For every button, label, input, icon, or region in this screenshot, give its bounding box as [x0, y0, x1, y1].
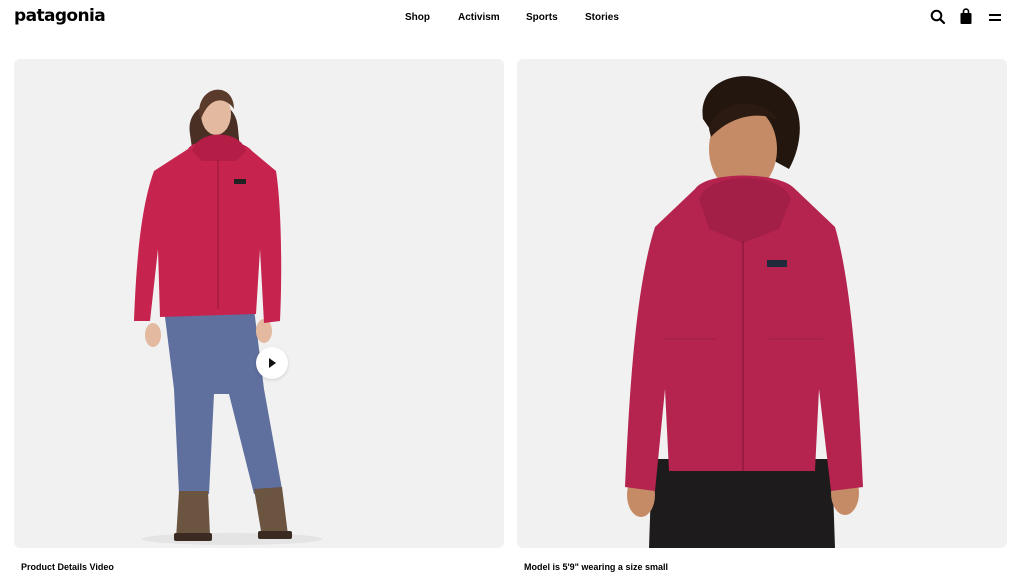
- right-image-caption: Model is 5'9" wearing a size small: [524, 562, 668, 572]
- model-upper-body-image: [625, 76, 863, 548]
- menu-icon[interactable]: [986, 8, 1004, 26]
- nav-sports[interactable]: Sports: [526, 11, 558, 25]
- play-video-button[interactable]: [256, 347, 288, 379]
- product-video-card[interactable]: [14, 59, 504, 548]
- main-nav: Shop Activism Sports Stories: [0, 11, 1024, 25]
- product-photo-card[interactable]: [517, 59, 1007, 548]
- bag-icon[interactable]: [957, 8, 975, 26]
- nav-shop[interactable]: Shop: [405, 11, 430, 25]
- search-icon[interactable]: [929, 8, 947, 26]
- nav-activism[interactable]: Activism: [458, 11, 500, 25]
- left-image-caption: Product Details Video: [21, 562, 114, 572]
- model-full-body-image: [134, 89, 322, 545]
- nav-stories[interactable]: Stories: [585, 11, 619, 25]
- site-header: patagonia Shop Activism Sports Stories: [0, 0, 1024, 34]
